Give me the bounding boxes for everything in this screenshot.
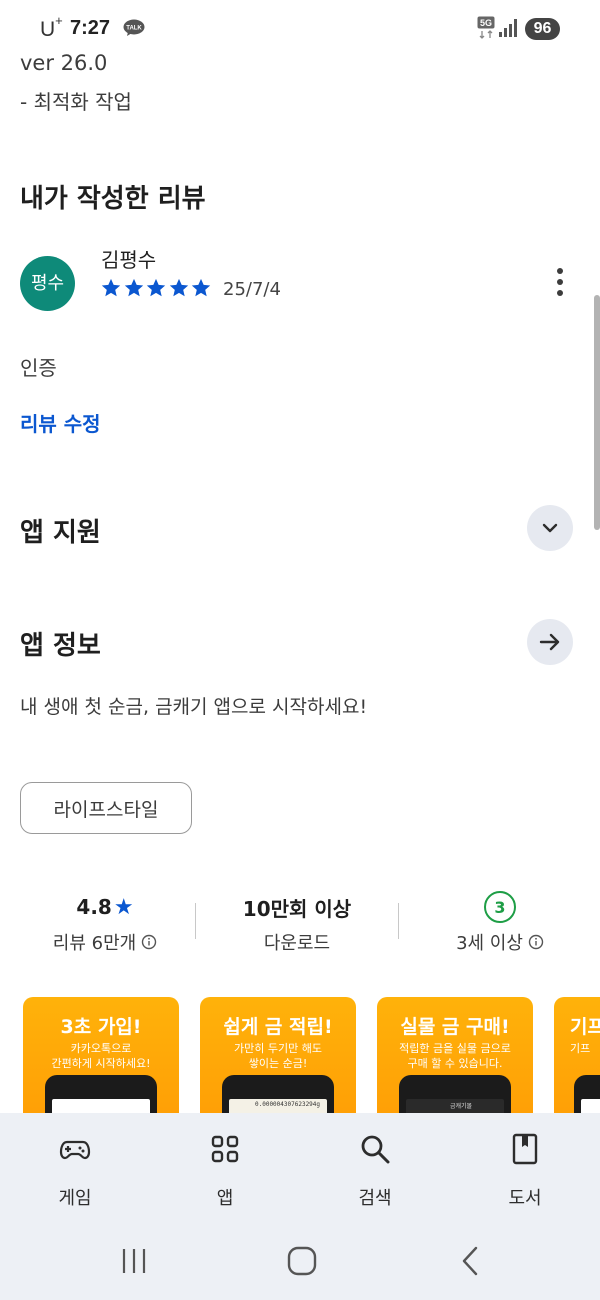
rating-stat[interactable]: 4.8 ★ 리뷰 6만개 [20, 893, 190, 955]
version-text: ver 26.0 [20, 51, 108, 75]
nav-item-search[interactable]: 검색 [300, 1113, 450, 1230]
app-info-button[interactable] [527, 619, 573, 665]
nav-label: 앱 [216, 1188, 234, 1209]
avatar: 평수 [20, 256, 75, 311]
screenshot-caption: 간편하게 시작하세요! [51, 1057, 151, 1070]
edit-review-link[interactable]: 리뷰 수정 [20, 408, 101, 437]
phone-mockup: 0.000004307623294g [222, 1075, 334, 1117]
home-icon[interactable] [282, 1245, 322, 1277]
review-body: 인증 [20, 356, 57, 380]
nav-item-books[interactable]: 도서 [450, 1113, 600, 1230]
age-rating-badge: 3 [484, 891, 516, 923]
phone-mockup [45, 1075, 157, 1117]
gamepad-icon [59, 1140, 91, 1160]
rating-value: 4.8 [76, 895, 112, 919]
more-options-icon[interactable] [548, 266, 572, 298]
review-date: 25/7/4 [223, 279, 281, 300]
signal-icon [499, 19, 517, 37]
rating-label: 리뷰 6만개 [52, 933, 137, 954]
star-icon [146, 278, 166, 297]
info-icon [528, 934, 544, 950]
my-review-heading: 내가 작성한 리뷰 [20, 184, 206, 214]
scrollbar-thumb[interactable] [594, 295, 600, 530]
star-icon [169, 278, 188, 297]
system-navigation-bar [0, 1230, 600, 1300]
nav-label: 도서 [508, 1188, 542, 1209]
svg-text:TALK: TALK [126, 26, 142, 32]
rating-star-icon: ★ [113, 894, 134, 920]
kakaotalk-icon: TALK [123, 19, 145, 36]
screenshot-card[interactable]: 실물 금 구매! 적립한 금을 실물 금으로 구매 할 수 있습니다. 금캐기몰 [377, 997, 533, 1117]
screenshot-caption: 구매 할 수 있습니다. [407, 1057, 503, 1070]
nav-item-apps[interactable]: 앱 [150, 1113, 300, 1230]
screenshot-title: 3초 가입! [60, 1016, 142, 1038]
screenshot-title: 쉽게 금 적립! [223, 1016, 333, 1038]
screenshot-title: 실물 금 구매! [400, 1016, 510, 1038]
stat-divider [398, 903, 399, 939]
bottom-navigation: 게임 앱 검색 도서 [0, 1113, 600, 1230]
screenshot-caption: 쌓이는 순금! [248, 1057, 308, 1070]
nav-label: 게임 [58, 1188, 92, 1209]
status-time: 7:27 [70, 17, 111, 39]
age-rating-label: 3세 이상 [456, 933, 523, 954]
arrow-right-icon [539, 633, 560, 651]
screenshot-caption: 카카오톡으로 [70, 1042, 132, 1055]
nav-item-games[interactable]: 게임 [0, 1113, 150, 1230]
star-icon [101, 278, 121, 297]
recent-apps-icon[interactable] [114, 1245, 154, 1277]
screenshot-title: 기프 [570, 1016, 600, 1038]
svg-text:5G: 5G [480, 18, 492, 28]
screenshot-carousel[interactable]: 3초 가입! 카카오톡으로 간편하게 시작하세요! 쉽게 금 적립! 가만히 두… [0, 997, 600, 1117]
screenshot-card[interactable]: 쉽게 금 적립! 가만히 두기만 해도 쌓이는 순금! 0.0000043076… [200, 997, 356, 1117]
downloads-stat: 10만회 이상 다운로드 [212, 893, 382, 955]
book-icon [512, 1133, 538, 1165]
info-icon [142, 934, 157, 950]
phone-screen-text: 금캐기몰 [450, 1103, 473, 1110]
phone-screen-text: 0.000004307623294g [255, 1101, 321, 1108]
reviewer-name: 김평수 [101, 248, 157, 272]
star-rating [100, 277, 213, 301]
nav-label: 검색 [358, 1188, 392, 1209]
version-note: - 최적화 작업 [20, 90, 132, 114]
phone-mockup [574, 1075, 600, 1117]
app-description: 내 생애 첫 순금, 금캐기 앱으로 시작하세요! [20, 696, 368, 718]
downloads-value: 10만회 이상 [242, 896, 352, 921]
screenshot-card[interactable]: 기프 기프 [554, 997, 600, 1117]
search-icon [361, 1135, 390, 1164]
screenshot-caption: 적립한 금을 실물 금으로 [399, 1042, 511, 1055]
battery-indicator: 96 [525, 18, 560, 40]
carrier-label: U+ [40, 13, 63, 41]
category-chip[interactable]: 라이프스타일 [20, 782, 192, 834]
chevron-down-icon [542, 523, 558, 533]
back-icon[interactable] [450, 1245, 490, 1277]
phone-mockup: 금캐기몰 [399, 1075, 511, 1117]
network-5g-icon: 5G [477, 16, 495, 39]
screenshot-card[interactable]: 3초 가입! 카카오톡으로 간편하게 시작하세요! [23, 997, 179, 1117]
downloads-label: 다운로드 [263, 933, 331, 954]
stat-divider [195, 903, 196, 939]
apps-grid-icon [211, 1135, 239, 1163]
app-support-expand-button[interactable] [527, 505, 573, 551]
app-support-heading[interactable]: 앱 지원 [20, 512, 101, 549]
age-rating-stat[interactable]: 3 3세 이상 [415, 891, 585, 955]
star-icon [124, 278, 143, 297]
screenshot-caption: 가만히 두기만 해도 [234, 1042, 322, 1055]
star-icon [191, 278, 211, 297]
app-info-heading[interactable]: 앱 정보 [20, 625, 101, 662]
screenshot-caption: 기프 [570, 1042, 591, 1055]
